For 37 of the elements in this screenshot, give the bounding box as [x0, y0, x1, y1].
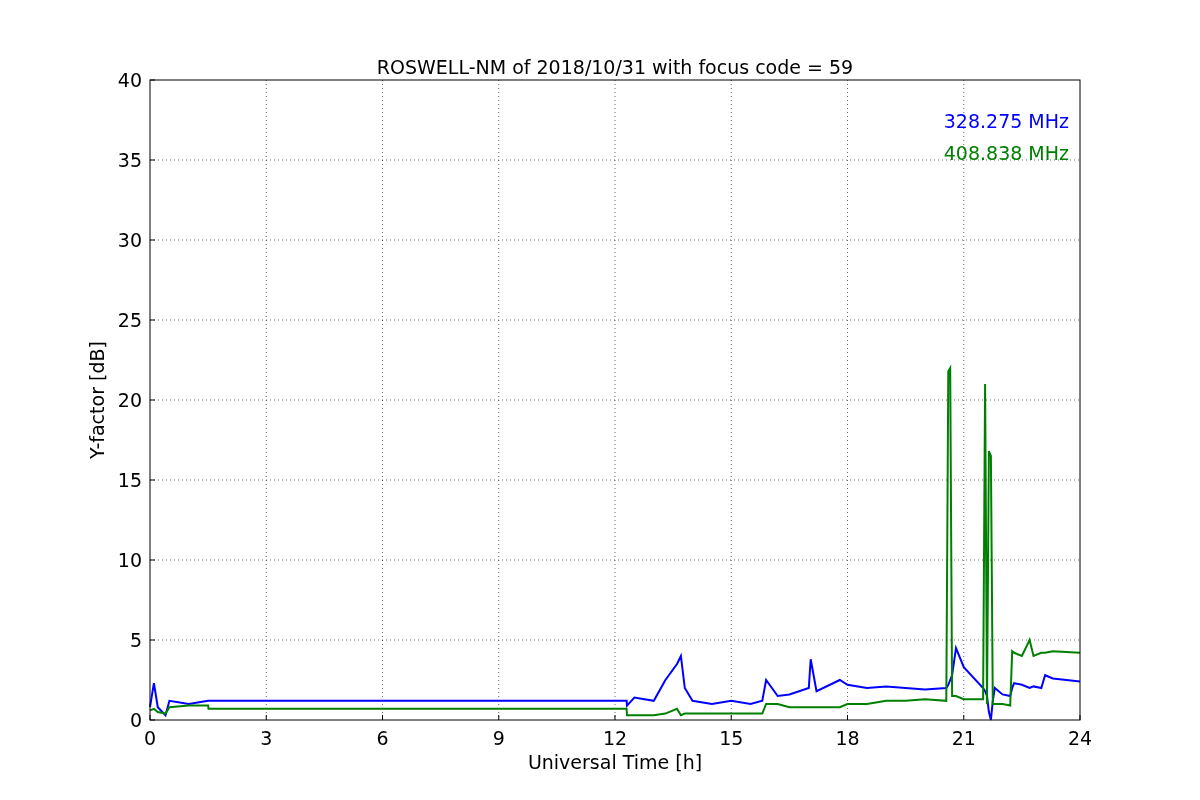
y-tick-label: 10: [117, 549, 142, 571]
x-tick-label: 9: [492, 727, 505, 749]
tick-mark: [149, 159, 156, 161]
x-tick-label: 0: [143, 727, 157, 749]
x-tick-label: 3: [260, 727, 273, 749]
legend-label: 328.275 MHz: [943, 110, 1069, 132]
x-tick-label: 15: [719, 727, 744, 749]
y-tick-label: 20: [117, 389, 142, 411]
tick-mark: [847, 714, 848, 721]
legend-label: 408.838 MHz: [943, 142, 1069, 164]
tick-mark: [265, 714, 267, 721]
x-axis-label: Universal Time [h]: [527, 751, 703, 773]
tick-mark: [498, 714, 500, 721]
y-tick-label: 15: [117, 469, 142, 491]
x-tick-label: 18: [835, 727, 860, 749]
tick-mark: [149, 559, 156, 561]
tick-mark: [149, 319, 156, 321]
tick-mark: [730, 714, 732, 721]
x-tick-label: 12: [602, 727, 628, 749]
tick-mark: [149, 479, 156, 481]
x-tick-label: 6: [376, 727, 389, 749]
y-tick-label: 25: [117, 309, 142, 331]
y-tick-label: 0: [129, 709, 142, 731]
tick-mark: [149, 639, 156, 641]
x-tick-label: 24: [1067, 727, 1093, 749]
tick-mark: [963, 714, 965, 721]
x-tick-label: 21: [951, 727, 976, 749]
tick-mark: [149, 239, 156, 241]
y-axis-label: Y-factor [dB]: [86, 341, 108, 459]
y-tick-label: 5: [129, 629, 142, 651]
y-tick-label: 35: [117, 149, 142, 171]
tick-mark: [614, 714, 616, 721]
chart-title: ROSWELL-NM of 2018/10/31 with focus code = 59: [376, 56, 854, 78]
y-tick-label: 30: [117, 229, 142, 251]
tick-mark: [149, 399, 156, 401]
y-tick-label: 40: [117, 69, 142, 91]
tick-mark: [382, 714, 383, 721]
